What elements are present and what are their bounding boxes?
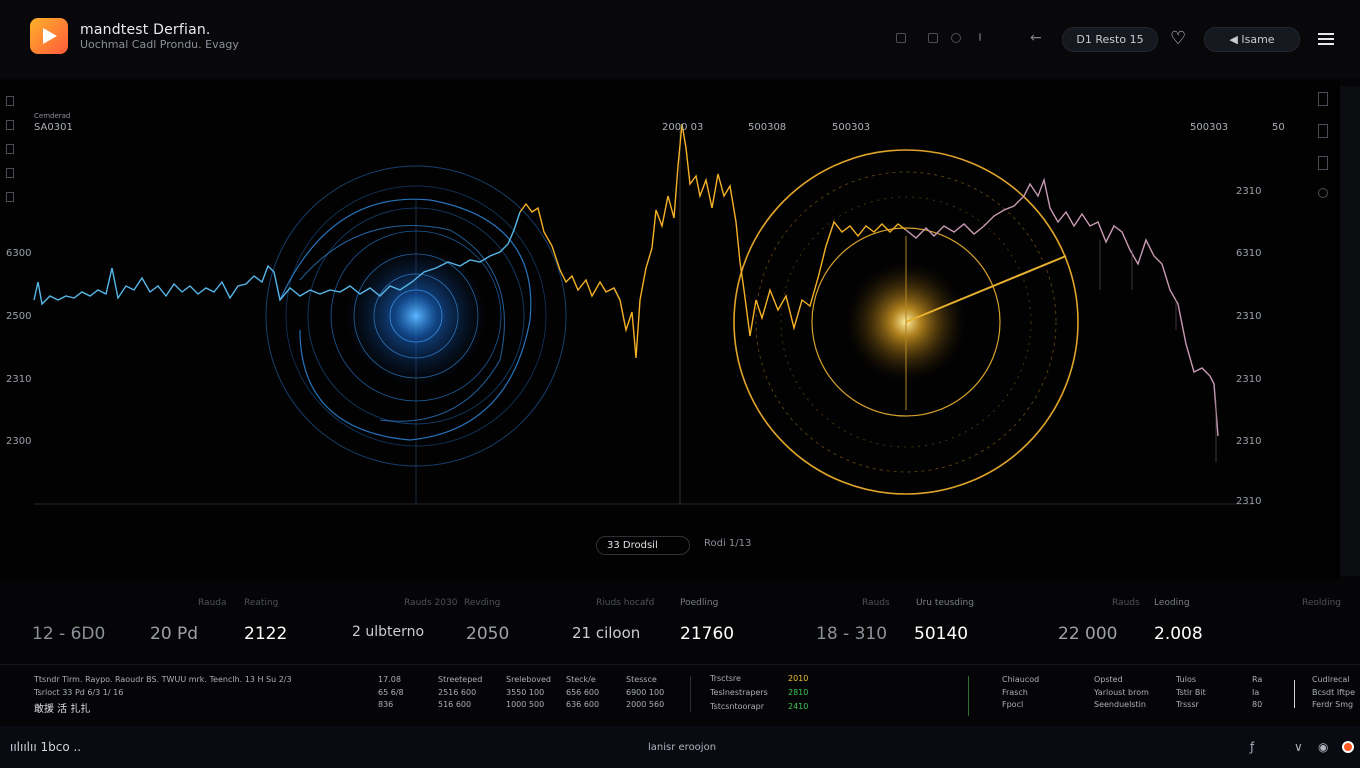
footer-center-link[interactable]: lanisr eroojon — [648, 742, 716, 753]
table-row: Frasch — [1002, 688, 1028, 697]
stat-caption-10: Rauds — [1112, 598, 1140, 608]
flash-icon[interactable]: ƒ — [1250, 740, 1254, 754]
table-divider-green — [968, 676, 969, 716]
user-icon[interactable]: ◉ — [1318, 740, 1328, 754]
bird-icon[interactable]: ∨ — [1294, 740, 1303, 754]
table-row: 2010 — [788, 674, 809, 683]
stat-caption-11: Leoding — [1154, 598, 1190, 608]
table-row: Trsctsre — [710, 674, 741, 683]
table-row: 6900 100 — [626, 688, 665, 697]
record-icon[interactable] — [1342, 741, 1354, 753]
table-row: Bcsdt Iftpe — [1312, 688, 1355, 697]
candle-wicks — [1099, 240, 1217, 462]
range-info-link[interactable]: Rodi 1/13 — [704, 538, 751, 549]
table-row: 836 — [378, 700, 394, 709]
stat-value-10: 22 000 — [1058, 624, 1118, 644]
chart-caption-value: SA0301 — [34, 122, 73, 133]
top-label-5: 50 — [1272, 122, 1285, 133]
stat-caption-3: Reating — [244, 598, 279, 608]
stat-value-1: 12 - 6D0 — [32, 624, 106, 644]
y-right-3: 2310 — [1236, 311, 1262, 322]
stat-value-5: 2050 — [466, 624, 510, 644]
table-row: 2810 — [788, 688, 809, 697]
range-selector-button[interactable]: 33 Drodsil — [596, 536, 690, 555]
table-row: Ra — [1252, 675, 1263, 684]
table-row: 516 600 — [438, 700, 472, 709]
y-left-3: 2310 — [6, 374, 32, 385]
table-row: Steck/e — [566, 675, 596, 684]
table-row: Ia — [1252, 688, 1260, 697]
table-row: Sreleboved — [506, 675, 551, 684]
table-row: Streeteped — [438, 675, 483, 684]
y-left-2: 2500 — [6, 311, 32, 322]
table-row: Chiaucod — [1002, 675, 1040, 684]
table-row: 656 600 — [566, 688, 600, 697]
stat-caption-7: Poedling — [680, 598, 719, 608]
top-label-2: 500308 — [748, 122, 787, 133]
table-left-line-2: Tsrloct 33 Pd 6/3 1/ 16 — [34, 688, 124, 697]
table-row: Opsted — [1094, 675, 1123, 684]
stat-value-4: 2 ulbterno — [352, 624, 425, 640]
stat-value-11: 2.008 — [1154, 624, 1203, 644]
table-left-line-3: 敢援 活 扎扎 — [34, 704, 91, 715]
top-label-4: 500303 — [1190, 122, 1229, 133]
table-row: 2000 560 — [626, 700, 665, 709]
y-right-6: 2310 — [1236, 496, 1262, 507]
stat-value-2: 20 Pd — [150, 624, 199, 644]
stat-caption-6: Riuds hocafd — [596, 598, 655, 608]
table-row: Trsssr — [1176, 700, 1199, 709]
table-row: 80 — [1252, 700, 1263, 709]
table-row: 2410 — [788, 702, 809, 711]
stat-value-3: 2122 — [244, 624, 288, 644]
stat-value-6: 21 ciloon — [572, 624, 641, 642]
table-row: Stessce — [626, 675, 657, 684]
table-divider — [690, 676, 691, 712]
table-row: Tstlr Bit — [1176, 688, 1206, 697]
table-row: Fpocl — [1002, 700, 1024, 709]
table-row: Yarloust brom — [1094, 688, 1149, 697]
y-left-4: 2300 — [6, 436, 32, 447]
table-row: 65 6/8 — [378, 688, 404, 697]
table-left-line-1: Ttsndr Tirm. Raypo. Raoudr BS. TWUU mrk.… — [34, 675, 292, 684]
stat-caption-4: Rauds 2030 — [404, 598, 458, 608]
stat-value-9: 50140 — [914, 624, 969, 644]
table-row: Tulos — [1176, 675, 1197, 684]
footer-status-text: ıılıılıı 1bco .. — [10, 740, 82, 754]
y-right-4: 2310 — [1236, 374, 1262, 385]
price-chart[interactable] — [0, 0, 1360, 580]
table-row: Ferdr Smg — [1312, 700, 1354, 709]
stat-value-7: 21760 — [680, 624, 735, 644]
y-right-1: 2310 — [1236, 186, 1262, 197]
table-row: Teslnestrapers — [710, 688, 768, 697]
top-label-1: 2000 03 — [662, 122, 704, 133]
stat-value-8: 18 - 310 — [816, 624, 888, 644]
table-row: Tstcsntoorapr — [710, 702, 764, 711]
y-left-1: 6300 — [6, 248, 32, 259]
gold-ring — [733, 149, 1079, 495]
chart-caption: Cemderad — [34, 112, 71, 120]
table-row: 17.08 — [378, 675, 401, 684]
stat-caption-2: Rauda — [198, 598, 227, 608]
table-row: Cudlrecal — [1312, 675, 1350, 684]
table-row: 3550 100 — [506, 688, 545, 697]
table-row: Seenduelstin — [1094, 700, 1146, 709]
table-divider-white — [1294, 680, 1295, 708]
orders-table — [0, 664, 1360, 726]
y-right-5: 2310 — [1236, 436, 1262, 447]
stat-caption-12: Reolding — [1302, 598, 1342, 608]
table-row: 2516 600 — [438, 688, 477, 697]
table-row: 636 600 — [566, 700, 600, 709]
stat-caption-5: Revding — [464, 598, 501, 608]
table-row: 1000 500 — [506, 700, 545, 709]
top-label-3: 500303 — [832, 122, 871, 133]
y-right-2: 6310 — [1236, 248, 1262, 259]
stat-caption-9: Uru teusding — [916, 598, 974, 608]
stat-caption-8: Rauds — [862, 598, 890, 608]
